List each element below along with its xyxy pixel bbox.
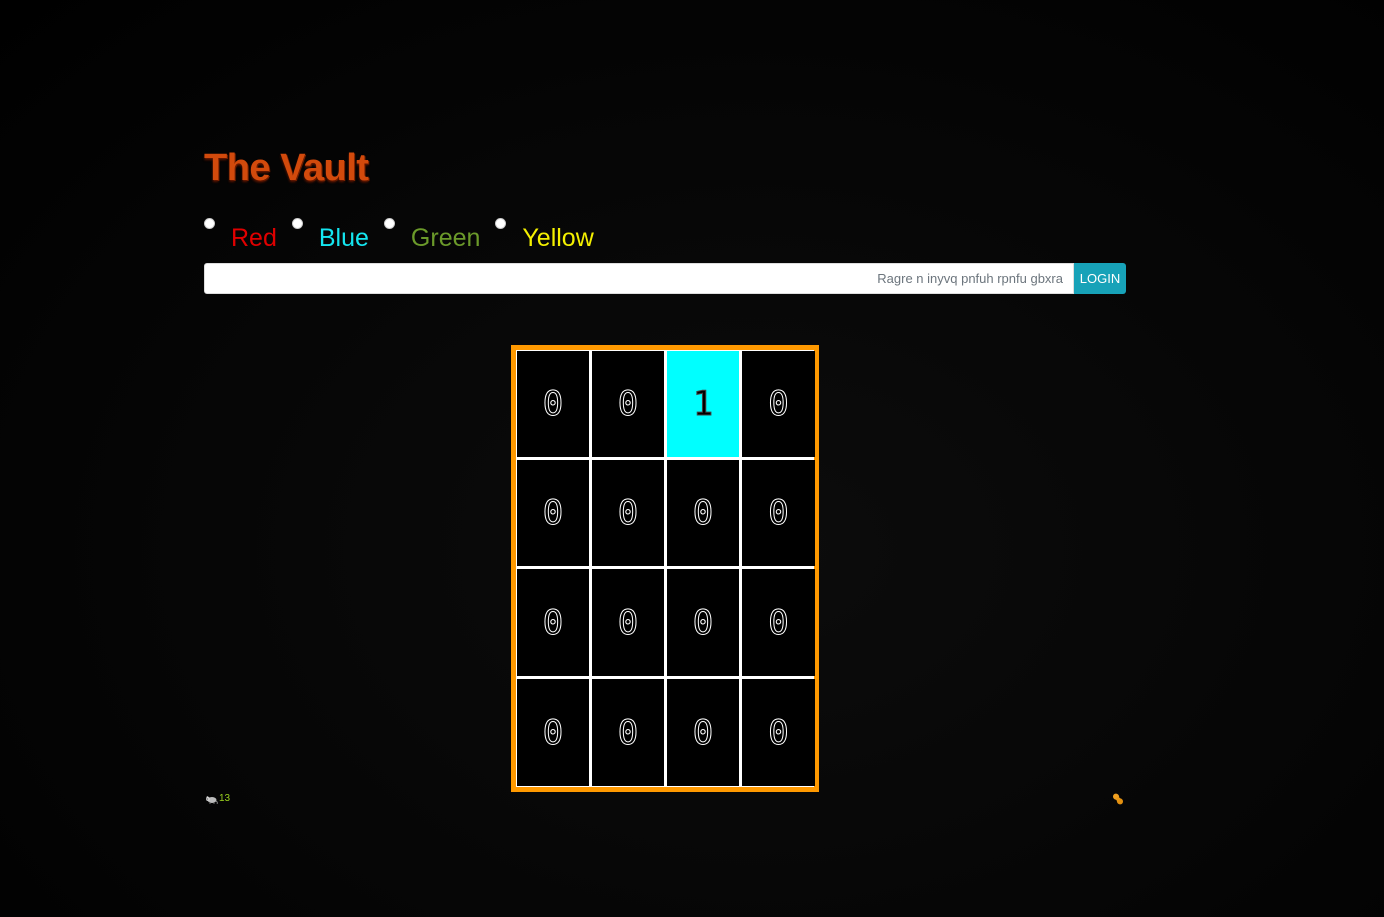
color-option-yellow[interactable]: Yellow xyxy=(495,214,594,252)
grid-cell-r2-c3[interactable]: 0 xyxy=(742,569,815,676)
grid-cell-r0-c1[interactable]: 0 xyxy=(592,351,664,457)
rat-counter: 13 xyxy=(205,793,230,804)
grid-cell-r0-c2[interactable]: 1 xyxy=(667,351,739,457)
color-label-yellow: Yellow xyxy=(522,224,594,252)
rat-count: 13 xyxy=(219,793,231,804)
color-option-green[interactable]: Green xyxy=(383,214,481,252)
page-title: The Vault xyxy=(204,147,369,189)
login-bar: LOGIN xyxy=(204,263,1126,294)
color-label-red: Red xyxy=(231,224,277,252)
vault-grid: 0010000000000000 xyxy=(511,345,819,792)
grid-cell-r3-c2[interactable]: 0 xyxy=(667,679,739,786)
grid-cell-r2-c1[interactable]: 0 xyxy=(592,569,664,676)
token-input[interactable] xyxy=(204,263,1074,294)
grid-cell-r1-c0[interactable]: 0 xyxy=(517,460,589,566)
grid-cell-r2-c2[interactable]: 0 xyxy=(667,569,739,676)
radio-red[interactable] xyxy=(204,218,215,229)
grid-cell-r2-c0[interactable]: 0 xyxy=(517,569,589,676)
grid-cell-r1-c3[interactable]: 0 xyxy=(742,460,815,566)
grid-cell-r3-c0[interactable]: 0 xyxy=(517,679,589,786)
radio-yellow[interactable] xyxy=(495,218,507,229)
color-radio-group: Red Blue Green Yellow xyxy=(204,214,609,254)
grid-cell-r0-c0[interactable]: 0 xyxy=(517,351,589,457)
radio-green[interactable] xyxy=(383,218,395,229)
color-label-blue: Blue xyxy=(318,224,369,252)
radio-blue[interactable] xyxy=(291,218,303,229)
grid-cell-r0-c3[interactable]: 0 xyxy=(742,351,815,457)
peanut-icon[interactable] xyxy=(1111,792,1125,806)
color-option-blue[interactable]: Blue xyxy=(291,214,369,252)
color-option-red[interactable]: Red xyxy=(204,214,277,252)
login-button[interactable]: LOGIN xyxy=(1074,263,1126,294)
grid-cell-r1-c2[interactable]: 0 xyxy=(667,460,739,566)
rat-icon xyxy=(206,795,218,804)
page: The Vault Red Blue Green Yellow LOGIN 00… xyxy=(0,0,1384,917)
grid-cell-r3-c3[interactable]: 0 xyxy=(742,679,815,786)
grid-cell-r1-c1[interactable]: 0 xyxy=(592,460,664,566)
grid-cell-r3-c1[interactable]: 0 xyxy=(592,679,664,786)
color-label-green: Green xyxy=(410,224,481,252)
